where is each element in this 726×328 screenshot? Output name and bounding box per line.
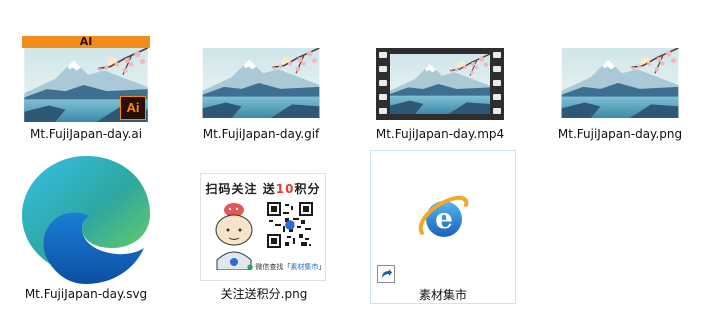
qr-code-icon: 扫码关注 送10积分 ● 微信查找「素材集市」 xyxy=(200,173,326,281)
qr-thumbnail-title: 扫码关注 送10积分 xyxy=(205,182,321,196)
illustrator-file-icon: AI Ai xyxy=(22,36,150,122)
file-tile-mp4[interactable]: Mt.FujiJapan-day.mp4 xyxy=(370,34,510,146)
ai-header-bar: AI xyxy=(22,36,150,48)
internet-explorer-icon: e xyxy=(418,195,469,237)
video-frame xyxy=(390,54,490,114)
qr-thumbnail-footer: ● 微信查找「素材集市」 xyxy=(247,263,326,271)
file-tile-png[interactable]: Mt.FujiJapan-day.png xyxy=(553,34,687,146)
video-filmstrip-icon xyxy=(376,48,504,120)
file-tile-svg[interactable]: Mt.FujiJapan-day.svg xyxy=(10,148,162,308)
file-tile-gif[interactable]: Mt.FujiJapan-day.gif xyxy=(195,34,327,146)
image-thumbnail-icon xyxy=(560,48,680,118)
ai-badge: Ai xyxy=(120,96,146,120)
file-name: Mt.FujiJapan-day.svg xyxy=(24,287,148,301)
file-tile-shortcut[interactable]: e 素材集市 xyxy=(370,150,516,304)
image-thumbnail-icon xyxy=(201,48,321,118)
file-name: Mt.FujiJapan-day.ai xyxy=(29,127,143,141)
file-name: Mt.FujiJapan-day.mp4 xyxy=(375,127,505,141)
file-tile-qr-png[interactable]: 扫码关注 送10积分 ● 微信查找「素材集市」 关注送积分.png xyxy=(188,148,340,308)
file-tile-ai[interactable]: AI Ai Mt.FujiJapan-day.ai xyxy=(20,34,152,146)
file-name: 关注送积分.png xyxy=(220,287,308,301)
edge-browser-icon xyxy=(22,156,150,284)
shortcut-arrow-icon xyxy=(377,265,395,283)
file-name: Mt.FujiJapan-day.gif xyxy=(202,127,320,141)
qr-code xyxy=(265,200,315,250)
cartoon-avatar xyxy=(215,203,253,270)
file-name: 素材集市 xyxy=(418,288,467,302)
file-name: Mt.FujiJapan-day.png xyxy=(557,127,683,141)
